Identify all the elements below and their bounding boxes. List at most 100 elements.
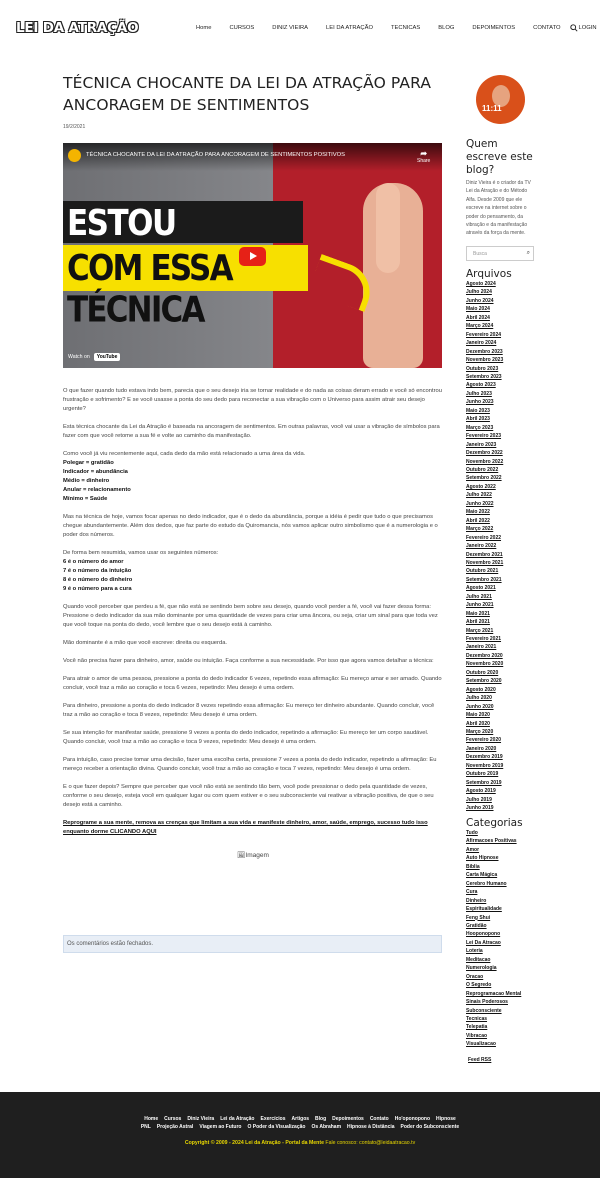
archive-link[interactable]: Julho 2024 bbox=[466, 288, 512, 296]
archive-link[interactable]: Julho 2019 bbox=[466, 796, 512, 804]
contact-link[interactable]: Fale conosco: contato@leidaatracao.tv bbox=[325, 1140, 415, 1146]
footer-link[interactable]: Artigos bbox=[292, 1116, 310, 1122]
nav-lei-da-atracao[interactable]: LEI DA ATRAÇÃO bbox=[326, 25, 373, 31]
archive-link[interactable]: Agosto 2021 bbox=[466, 584, 512, 592]
footer-link[interactable]: Cursos bbox=[164, 1116, 181, 1122]
archive-link[interactable]: Maio 2022 bbox=[466, 508, 512, 516]
archive-link[interactable]: Dezembro 2022 bbox=[466, 449, 512, 457]
category-link[interactable]: Lei Da Atracao bbox=[466, 939, 523, 947]
footer-link[interactable]: Projeção Astral bbox=[157, 1124, 194, 1130]
nav-tecnicas[interactable]: TECNICAS bbox=[391, 25, 420, 31]
archive-link[interactable]: Janeiro 2023 bbox=[466, 441, 512, 449]
footer-link[interactable]: Hipnose bbox=[436, 1116, 456, 1122]
archive-link[interactable]: Fevereiro 2024 bbox=[466, 331, 512, 339]
archive-link[interactable]: Junho 2024 bbox=[466, 297, 512, 305]
category-link[interactable]: Cura bbox=[466, 888, 523, 896]
footer-link[interactable]: Hipnose à Distância bbox=[347, 1124, 395, 1130]
archive-link[interactable]: Maio 2024 bbox=[466, 305, 512, 313]
archive-link[interactable]: Maio 2020 bbox=[466, 711, 512, 719]
nav-blog[interactable]: BLOG bbox=[438, 25, 454, 31]
site-logo[interactable]: LEI DA ATRAÇÃO bbox=[16, 20, 139, 36]
category-link[interactable]: Auto Hipnose bbox=[466, 854, 523, 862]
watch-on-youtube[interactable]: Watch on YouTube bbox=[68, 353, 121, 361]
category-link[interactable]: Tudo bbox=[466, 829, 523, 837]
category-link[interactable]: Subconsciente bbox=[466, 1007, 523, 1015]
archive-link[interactable]: Dezembro 2023 bbox=[466, 348, 512, 356]
footer-link[interactable]: PNL bbox=[141, 1124, 151, 1130]
archive-link[interactable]: Agosto 2024 bbox=[466, 280, 512, 288]
category-link[interactable]: Sinais Poderosos bbox=[466, 998, 523, 1006]
archive-link[interactable]: Dezembro 2019 bbox=[466, 753, 512, 761]
footer-link[interactable]: Os Abraham bbox=[311, 1124, 341, 1130]
archive-link[interactable]: Outubro 2022 bbox=[466, 466, 512, 474]
footer-link[interactable]: O Poder da Visualização bbox=[247, 1124, 305, 1130]
category-link[interactable]: Hooponopono bbox=[466, 930, 523, 938]
category-link[interactable]: Gratidão bbox=[466, 922, 523, 930]
feed-rss-link[interactable]: Feed RSS bbox=[468, 1057, 523, 1063]
category-link[interactable]: Bíblia bbox=[466, 863, 523, 871]
archive-link[interactable]: Junho 2020 bbox=[466, 703, 512, 711]
footer-link[interactable]: Exercícios bbox=[261, 1116, 286, 1122]
category-link[interactable]: O Segredo bbox=[466, 981, 523, 989]
archive-link[interactable]: Agosto 2019 bbox=[466, 787, 512, 795]
archive-link[interactable]: Abril 2020 bbox=[466, 720, 512, 728]
archive-link[interactable]: Julho 2020 bbox=[466, 694, 512, 702]
archive-link[interactable]: Fevereiro 2020 bbox=[466, 736, 512, 744]
search-icon[interactable]: ⌕ bbox=[527, 250, 530, 257]
sidebar-search-input[interactable]: Busca ⌕ bbox=[466, 246, 534, 261]
footer-link[interactable]: Lei da Atração bbox=[220, 1116, 254, 1122]
archive-link[interactable]: Setembro 2021 bbox=[466, 576, 512, 584]
footer-link[interactable]: Viagem ao Futuro bbox=[199, 1124, 241, 1130]
archive-link[interactable]: Fevereiro 2023 bbox=[466, 432, 512, 440]
archive-link[interactable]: Junho 2021 bbox=[466, 601, 512, 609]
nav-cursos[interactable]: CURSOS bbox=[229, 25, 254, 31]
archive-link[interactable]: Fevereiro 2022 bbox=[466, 534, 512, 542]
archive-link[interactable]: Outubro 2020 bbox=[466, 669, 512, 677]
archive-link[interactable]: Dezembro 2021 bbox=[466, 551, 512, 559]
archive-link[interactable]: Novembro 2020 bbox=[466, 660, 512, 668]
footer-link[interactable]: Diniz Vieira bbox=[187, 1116, 214, 1122]
archive-link[interactable]: Março 2021 bbox=[466, 627, 512, 635]
archive-link[interactable]: Fevereiro 2021 bbox=[466, 635, 512, 643]
archive-link[interactable]: Agosto 2023 bbox=[466, 381, 512, 389]
nav-home[interactable]: Home bbox=[196, 25, 211, 31]
play-button[interactable] bbox=[239, 247, 266, 266]
category-link[interactable]: Afirmacoes Positivas bbox=[466, 837, 523, 845]
category-link[interactable]: Amor bbox=[466, 846, 523, 854]
nav-depoimentos[interactable]: DEPOIMENTOS bbox=[472, 25, 515, 31]
category-link[interactable]: Meditacao bbox=[466, 956, 523, 964]
share-button[interactable]: ➦ Share bbox=[417, 149, 430, 164]
footer-link[interactable]: Depoimentos bbox=[332, 1116, 364, 1122]
archive-link[interactable]: Abril 2023 bbox=[466, 415, 512, 423]
video-embed[interactable]: ESTOU CHOCADO COM ESSA TÉCNICA TÉCNICA C… bbox=[63, 143, 442, 368]
archive-link[interactable]: Novembro 2021 bbox=[466, 559, 512, 567]
category-link[interactable]: Numerologia bbox=[466, 964, 523, 972]
archive-link[interactable]: Julho 2021 bbox=[466, 593, 512, 601]
category-link[interactable]: Telepatia bbox=[466, 1023, 523, 1031]
nav-login[interactable]: LOGIN bbox=[579, 25, 597, 31]
channel-avatar-icon[interactable] bbox=[68, 149, 81, 162]
archive-link[interactable]: Outubro 2023 bbox=[466, 365, 512, 373]
archive-link[interactable]: Janeiro 2020 bbox=[466, 745, 512, 753]
footer-link[interactable]: Poder do Subconsciente bbox=[401, 1124, 460, 1130]
archive-link[interactable]: Junho 2019 bbox=[466, 804, 512, 812]
archive-link[interactable]: Outubro 2021 bbox=[466, 567, 512, 575]
archive-link[interactable]: Setembro 2023 bbox=[466, 373, 512, 381]
search-icon[interactable] bbox=[570, 24, 578, 32]
footer-link[interactable]: Blog bbox=[315, 1116, 326, 1122]
archive-link[interactable]: Dezembro 2020 bbox=[466, 652, 512, 660]
archive-link[interactable]: Julho 2023 bbox=[466, 390, 512, 398]
archive-link[interactable]: Setembro 2020 bbox=[466, 677, 512, 685]
category-link[interactable]: Carta Mágica bbox=[466, 871, 523, 879]
archive-link[interactable]: Janeiro 2024 bbox=[466, 339, 512, 347]
archive-link[interactable]: Outubro 2019 bbox=[466, 770, 512, 778]
archive-link[interactable]: Maio 2023 bbox=[466, 407, 512, 415]
archive-link[interactable]: Novembro 2023 bbox=[466, 356, 512, 364]
category-link[interactable]: Dinheiro bbox=[466, 897, 523, 905]
archive-link[interactable]: Novembro 2022 bbox=[466, 458, 512, 466]
archive-link[interactable]: Abril 2024 bbox=[466, 314, 512, 322]
archive-link[interactable]: Setembro 2019 bbox=[466, 779, 512, 787]
archive-link[interactable]: Março 2024 bbox=[466, 322, 512, 330]
archive-link[interactable]: Janeiro 2022 bbox=[466, 542, 512, 550]
nav-diniz-vieira[interactable]: DINIZ VIEIRA bbox=[272, 25, 308, 31]
